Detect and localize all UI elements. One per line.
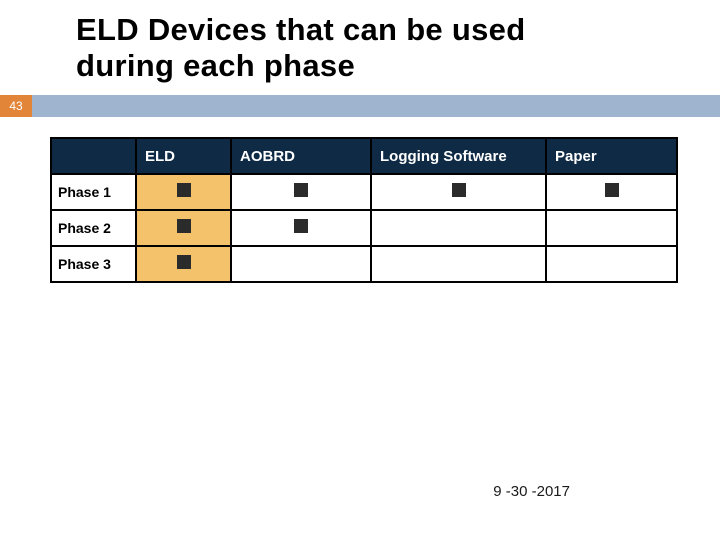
cell-phase2-paper [546,210,677,246]
square-marker-icon [177,183,191,197]
cell-phase1-logging [371,174,546,210]
cell-phase2-logging [371,210,546,246]
accent-bar [32,95,720,117]
slide-number-badge: 43 [0,95,32,117]
cell-phase3-eld [136,246,231,282]
header-paper: Paper [546,138,677,174]
row-label-phase3: Phase 3 [51,246,136,282]
header-aobrd: AOBRD [231,138,371,174]
header-blank [51,138,136,174]
header-eld: ELD [136,138,231,174]
phase-device-table: ELD AOBRD Logging Software Paper Phase 1… [50,137,678,283]
table-row: Phase 1 [51,174,677,210]
slide-title: ELD Devices that can be used during each… [0,0,720,95]
cell-phase1-eld [136,174,231,210]
square-marker-icon [177,255,191,269]
cell-phase3-logging [371,246,546,282]
cell-phase3-paper [546,246,677,282]
title-line-2: during each phase [76,48,355,83]
square-marker-icon [294,219,308,233]
square-marker-icon [452,183,466,197]
row-label-phase1: Phase 1 [51,174,136,210]
square-marker-icon [605,183,619,197]
table-row: Phase 2 [51,210,677,246]
square-marker-icon [177,219,191,233]
row-label-phase2: Phase 2 [51,210,136,246]
header-logging: Logging Software [371,138,546,174]
slide-number-bar: 43 [0,95,720,117]
title-line-1: ELD Devices that can be used [76,12,525,47]
footer-date: 9 -30 -2017 [493,483,570,500]
table-row: Phase 3 [51,246,677,282]
square-marker-icon [294,183,308,197]
cell-phase3-aobrd [231,246,371,282]
table-header-row: ELD AOBRD Logging Software Paper [51,138,677,174]
cell-phase2-aobrd [231,210,371,246]
cell-phase1-paper [546,174,677,210]
cell-phase1-aobrd [231,174,371,210]
cell-phase2-eld [136,210,231,246]
